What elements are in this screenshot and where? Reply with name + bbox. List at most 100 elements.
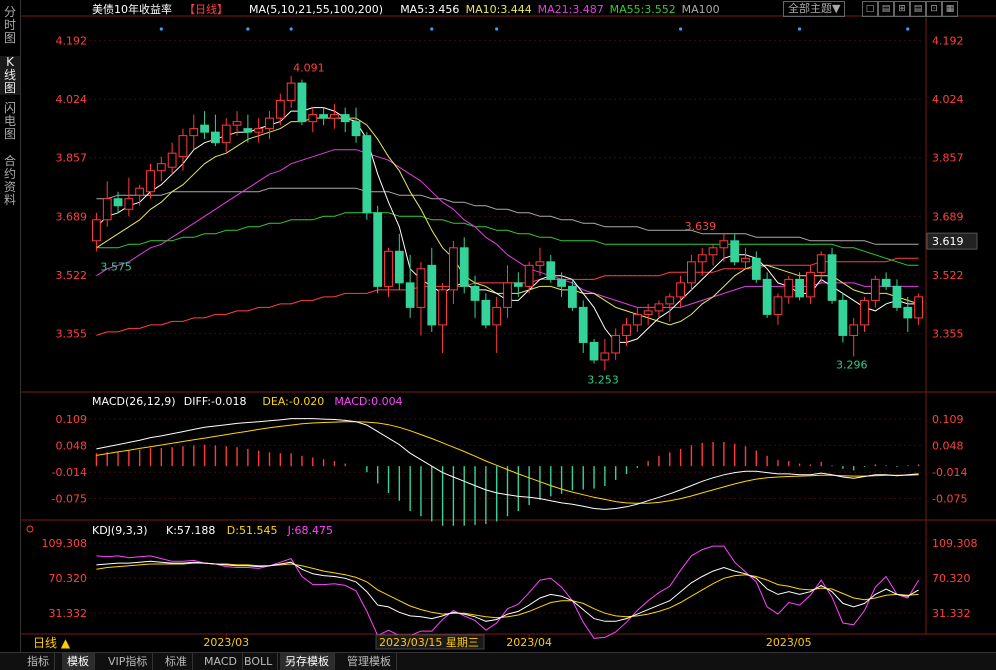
toolbar-button[interactable]: ▤ <box>878 1 894 17</box>
candle-body <box>795 278 804 298</box>
candle-body <box>427 264 437 326</box>
candle-body <box>622 324 631 336</box>
candle-body <box>416 268 426 308</box>
sidebar-tab[interactable]: 分时图 <box>0 6 20 45</box>
extremum-label: 3.639 <box>685 220 717 233</box>
toolbar-button[interactable]: ⊞ <box>894 1 910 17</box>
ma-legend-label: MA(5,10,21,55,100,200) <box>249 3 383 16</box>
candle-body <box>784 278 794 298</box>
range-tab[interactable]: 日线 ▲ <box>21 636 93 651</box>
candle-body <box>849 324 859 336</box>
toolbar-button[interactable]: ▦ <box>942 1 958 17</box>
price-axis-tick: 4.024 <box>56 93 88 106</box>
bottom-tab[interactable]: BOLL <box>239 653 279 670</box>
candle-body <box>773 296 783 315</box>
bottom-toolbar: 指标 模板 VIP指标 标准 MACD BOLL 另存模板 管理模板 <box>0 652 996 670</box>
settings-icon <box>26 525 34 533</box>
macd-axis-tick: -0.075 <box>932 493 967 506</box>
sidebar-tab[interactable]: 合约资料 <box>0 155 20 207</box>
price-axis-tick: 4.024 <box>932 93 964 106</box>
candle-body <box>914 296 923 319</box>
candle-body <box>146 170 155 193</box>
candle-body <box>816 254 826 273</box>
bottom-tab[interactable]: 指标 <box>22 653 55 670</box>
candle-body <box>394 250 404 284</box>
macd-axis-tick: 0.109 <box>56 413 88 426</box>
bottom-tab[interactable]: 模板 <box>62 653 95 670</box>
extremum-label: 4.091 <box>293 62 325 75</box>
candle-body <box>513 282 523 287</box>
toolbar-button[interactable]: ▤ <box>910 1 926 17</box>
bottom-tab[interactable]: 另存模板 <box>280 653 335 670</box>
candle-body <box>200 124 209 133</box>
theme-button[interactable]: 全部主题▼ <box>783 1 846 17</box>
kdj-axis-tick: 70.320 <box>932 572 971 585</box>
kdj-axis-tick: 109.308 <box>42 537 88 550</box>
header-text: 美债10年收益率 <box>92 2 172 16</box>
candle-body <box>665 296 675 305</box>
price-axis-tick: 3.522 <box>56 269 88 282</box>
bottom-tab[interactable]: 管理模板 <box>342 653 397 670</box>
candle-body <box>730 240 740 263</box>
kline-chart[interactable]: 美债10年收益率 【日线】 MA(5,10,21,55,100,200) MA5:3.… <box>21 0 996 652</box>
candle-body <box>687 261 696 284</box>
bottom-tab[interactable]: VIP指标 <box>103 653 154 670</box>
price-axis-tick: 3.857 <box>56 152 88 165</box>
candle-body <box>827 254 837 301</box>
candle-body <box>708 247 718 256</box>
cursor-date-label: 2023/03/15 星期三 <box>379 636 479 649</box>
kdj-legend-label: KDJ(9,3,3) <box>92 524 148 537</box>
kdj-axis-tick: 31.332 <box>49 607 88 620</box>
price-axis-tick: 3.355 <box>932 328 964 341</box>
candle-body <box>632 313 642 326</box>
candle-body <box>860 299 869 326</box>
candle-body <box>676 282 685 298</box>
toolbar-button[interactable]: ⊡ <box>926 1 942 17</box>
toolbar-button[interactable]: □ <box>862 1 878 17</box>
event-marker <box>797 27 802 31</box>
sidebar-tab[interactable]: K线图 <box>0 56 20 95</box>
event-marker <box>906 27 910 31</box>
bottom-tab[interactable]: MACD <box>199 653 243 670</box>
candle-body <box>611 334 621 354</box>
candle-body <box>113 198 123 207</box>
candle-body <box>751 257 761 280</box>
x-axis-label: 2023/03 <box>203 636 249 649</box>
x-axis-label: 2023/05 <box>766 636 812 649</box>
candle-body <box>384 250 393 287</box>
sidebar-tab[interactable]: 闪电图 <box>0 102 20 141</box>
kdj-axis-tick: 109.308 <box>932 537 978 550</box>
j-line <box>96 545 920 639</box>
candle-body <box>557 278 566 287</box>
candle-body <box>654 303 664 312</box>
macd-axis-tick: 0.109 <box>932 413 964 426</box>
candle-body <box>124 198 134 210</box>
candle-body <box>351 121 361 137</box>
bottom-tab[interactable]: 标准 <box>160 653 193 670</box>
candle-body <box>373 212 383 287</box>
candle-body <box>881 278 891 287</box>
candle-body <box>167 152 177 168</box>
candle-body <box>254 128 264 133</box>
candle-body <box>870 278 880 301</box>
extremum-label: 3.575 <box>100 261 132 274</box>
candle-body <box>178 135 188 158</box>
ma-legend-label: MA5:3.456 <box>400 3 459 16</box>
candle-body <box>762 278 772 315</box>
candle-body <box>838 299 848 336</box>
candle-body <box>211 131 220 144</box>
candle-body <box>135 187 145 196</box>
price-axis-tick: 3.355 <box>56 328 88 341</box>
candle-body <box>719 240 729 249</box>
candle-body <box>892 285 902 308</box>
candle-body <box>806 271 815 298</box>
event-marker <box>430 27 434 31</box>
candle-body <box>189 128 199 137</box>
macd-axis-tick: -0.075 <box>52 493 87 506</box>
ma-legend-label: MA21:3.487 <box>538 3 604 16</box>
price-axis-tick: 3.857 <box>932 152 964 165</box>
candle-body <box>221 124 231 144</box>
candle-body <box>589 341 599 361</box>
ma55-line <box>96 212 919 266</box>
price-axis-tick: 4.192 <box>56 34 88 47</box>
